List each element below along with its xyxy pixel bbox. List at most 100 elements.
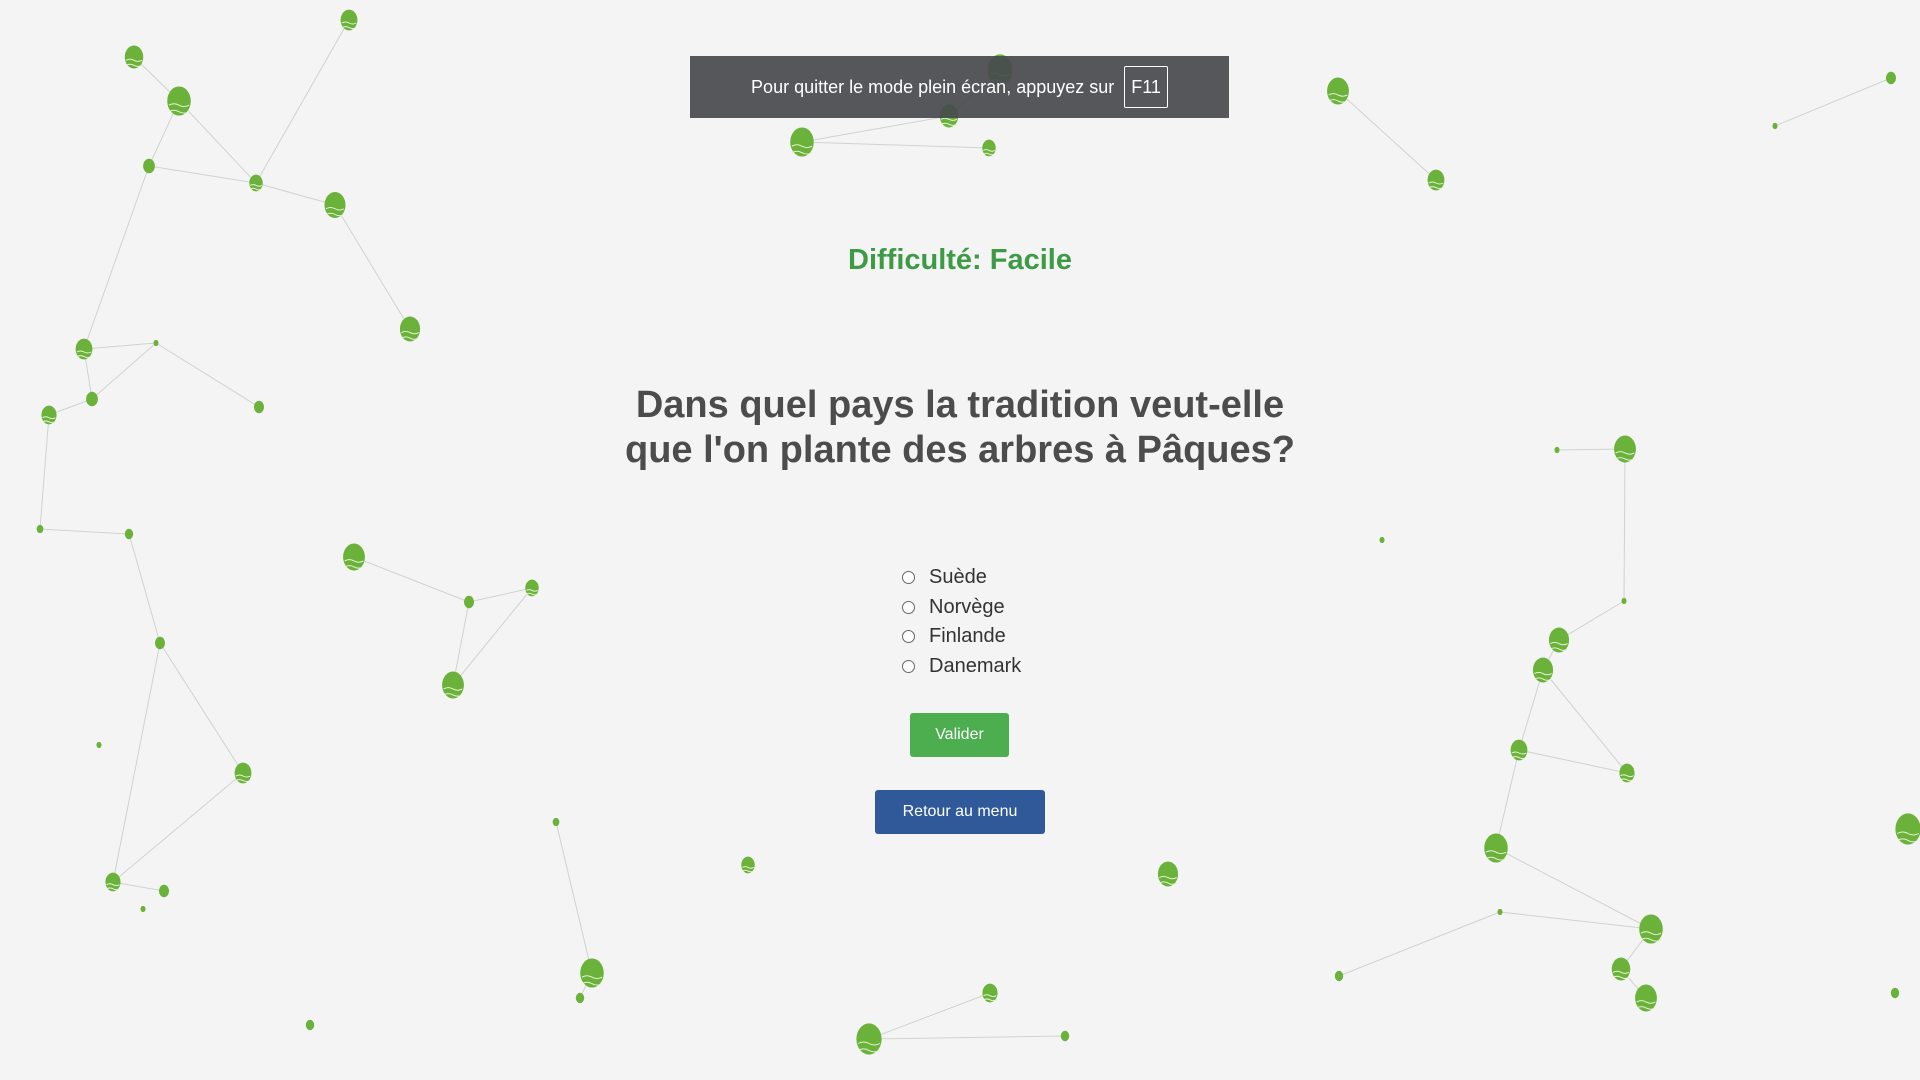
easter-egg-icon — [1639, 914, 1663, 944]
radio-button[interactable] — [902, 659, 915, 673]
network-line — [801, 115, 950, 143]
easter-egg-icon — [575, 992, 585, 1004]
answer-options: Suède Norvège Finlande Danemark — [902, 563, 1021, 681]
easter-egg-icon — [234, 762, 252, 784]
easter-egg-icon — [340, 9, 358, 31]
answer-option[interactable]: Danemark — [902, 652, 1021, 682]
easter-egg-icon — [153, 339, 159, 347]
answer-label[interactable]: Suède — [929, 566, 987, 589]
network-line — [868, 992, 991, 1040]
easter-egg-icon — [1895, 813, 1920, 845]
network-line — [39, 528, 130, 535]
easter-egg-icon — [982, 139, 996, 157]
easter-egg-icon — [1548, 627, 1570, 653]
network-line — [159, 642, 244, 774]
network-line — [148, 165, 257, 184]
easter-egg-icon — [305, 1019, 315, 1031]
radio-button[interactable] — [902, 600, 915, 614]
network-line — [255, 182, 336, 206]
easter-egg-icon — [1772, 122, 1778, 130]
easter-egg-icon — [442, 671, 464, 699]
network-line — [1338, 911, 1501, 977]
network-line — [112, 642, 161, 883]
easter-egg-icon — [1554, 446, 1560, 454]
answer-label[interactable]: Finlande — [929, 625, 1006, 648]
easter-egg-icon — [105, 872, 121, 892]
network-line — [353, 556, 470, 603]
f11-key-badge: F11 — [1124, 66, 1168, 108]
easter-egg-icon — [1619, 763, 1635, 783]
network-line — [1518, 669, 1544, 751]
easter-egg-icon — [1611, 957, 1631, 981]
easter-egg-icon — [143, 158, 155, 174]
easter-egg-icon — [158, 884, 170, 898]
network-line — [868, 1035, 1066, 1040]
easter-egg-icon — [324, 192, 346, 218]
network-line — [1558, 600, 1625, 641]
easter-egg-icon — [1510, 739, 1528, 761]
answer-option[interactable]: Norvège — [902, 593, 1021, 623]
fullscreen-exit-notice: Pour quitter le mode plein écran, appuye… — [690, 56, 1229, 118]
fullscreen-notice-text: Pour quitter le mode plein écran, appuye… — [751, 76, 1115, 97]
radio-button[interactable] — [902, 630, 915, 644]
easter-egg-icon — [982, 983, 998, 1003]
easter-egg-icon — [154, 636, 166, 650]
easter-egg-icon — [1635, 984, 1657, 1012]
easter-egg-icon — [1060, 1030, 1070, 1042]
network-line — [112, 772, 244, 883]
easter-egg-icon — [1327, 77, 1349, 105]
network-line — [83, 342, 157, 350]
network-line — [1337, 90, 1437, 181]
answer-label[interactable]: Danemark — [929, 655, 1021, 678]
easter-egg-icon — [1427, 169, 1445, 191]
difficulty-label: Difficulté: Facile — [848, 244, 1072, 276]
easter-egg-icon — [463, 595, 475, 609]
easter-egg-icon — [140, 905, 146, 913]
network-line — [555, 821, 593, 974]
easter-egg-icon — [41, 405, 57, 425]
easter-egg-icon — [1621, 597, 1627, 605]
answer-option[interactable]: Suède — [902, 563, 1021, 593]
network-line — [39, 414, 50, 530]
easter-egg-icon — [790, 127, 814, 157]
answer-label[interactable]: Norvège — [929, 596, 1005, 619]
network-line — [1774, 77, 1892, 127]
network-line — [91, 342, 157, 400]
easter-egg-icon — [167, 86, 191, 116]
easter-egg-icon — [1497, 908, 1503, 916]
network-line — [178, 100, 257, 184]
network-line — [255, 19, 350, 184]
easter-egg-icon — [1334, 970, 1344, 982]
network-line — [155, 342, 260, 408]
easter-egg-icon — [1614, 435, 1636, 463]
easter-egg-icon — [856, 1023, 882, 1055]
easter-egg-icon — [580, 958, 604, 988]
network-line — [112, 881, 165, 892]
easter-egg-icon — [75, 338, 93, 360]
radio-button[interactable] — [902, 571, 915, 585]
easter-egg-icon — [1157, 861, 1179, 887]
easter-egg-icon — [1379, 536, 1385, 544]
network-line — [1495, 749, 1520, 849]
easter-egg-icon — [343, 543, 365, 571]
network-line — [128, 533, 161, 644]
easter-egg-icon — [1532, 657, 1554, 683]
answer-option[interactable]: Finlande — [902, 622, 1021, 652]
network-line — [1499, 911, 1652, 930]
easter-egg-icon — [36, 524, 44, 534]
easter-egg-icon — [96, 741, 102, 749]
network-line — [1623, 448, 1626, 602]
network-line — [801, 141, 990, 149]
easter-egg-icon — [86, 391, 98, 407]
easter-egg-icon — [399, 316, 421, 342]
submit-button[interactable]: Valider — [910, 713, 1009, 757]
back-to-menu-button[interactable]: Retour au menu — [875, 790, 1045, 834]
easter-egg-icon — [249, 174, 263, 192]
network-line — [1495, 847, 1652, 930]
easter-egg-icon — [124, 45, 144, 69]
easter-egg-icon — [552, 817, 560, 827]
easter-egg-icon — [1890, 987, 1900, 999]
easter-egg-icon — [741, 856, 755, 874]
easter-egg-icon — [1885, 71, 1897, 85]
easter-egg-icon — [253, 400, 265, 414]
